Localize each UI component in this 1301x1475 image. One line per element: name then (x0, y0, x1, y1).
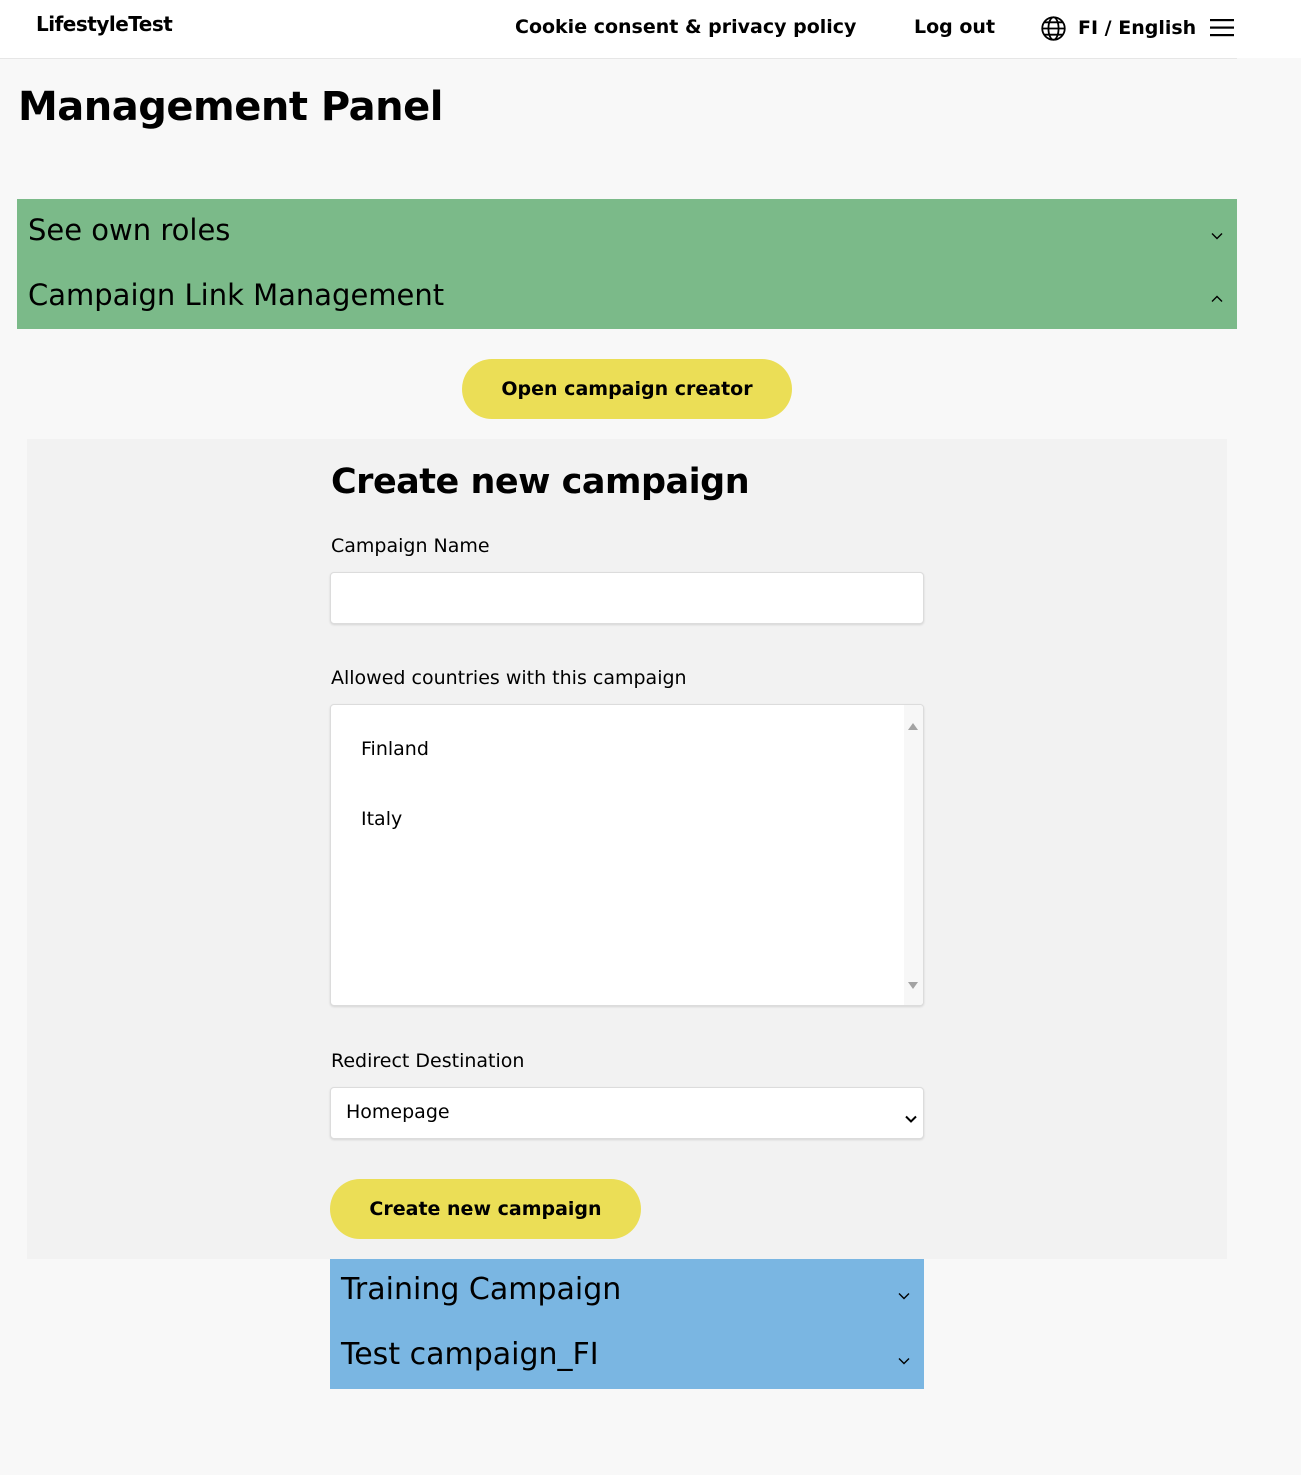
campaign-name-input[interactable] (330, 572, 924, 624)
creator-title: Create new campaign (331, 462, 750, 502)
campaign-name: Training Campaign (341, 1272, 622, 1307)
country-option-finland[interactable]: Finland (361, 738, 429, 760)
logout-link[interactable]: Log out (914, 16, 995, 38)
campaign-item-training[interactable]: Training Campaign (330, 1259, 924, 1324)
chevron-down-icon (898, 1285, 910, 1304)
language-label: FI / English (1078, 17, 1197, 39)
campaign-item-test-fi[interactable]: Test campaign_FI (330, 1324, 924, 1389)
chevron-down-icon (898, 1350, 910, 1369)
allowed-countries-label: Allowed countries with this campaign (331, 667, 687, 689)
country-option-italy[interactable]: Italy (361, 808, 402, 830)
scroll-up-arrow-icon[interactable] (908, 715, 918, 734)
chevron-down-icon (1211, 225, 1223, 244)
language-switcher[interactable]: FI / English (1040, 14, 1196, 42)
scroll-down-arrow-icon[interactable] (908, 974, 918, 993)
hamburger-menu-icon[interactable] (1210, 18, 1234, 42)
top-header: LifestyleTest Cookie consent & privacy p… (0, 0, 1237, 59)
redirect-selected-value: Homepage (346, 1101, 450, 1123)
section-campaign-link-management[interactable]: Campaign Link Management (17, 264, 1237, 329)
site-logo[interactable]: LifestyleTest (36, 12, 173, 36)
redirect-destination-select[interactable]: Homepage (330, 1087, 924, 1139)
header-right-filler (1237, 0, 1301, 58)
create-campaign-button[interactable]: Create new campaign (330, 1179, 641, 1239)
globe-icon (1040, 15, 1067, 42)
cookie-policy-link[interactable]: Cookie consent & privacy policy (515, 16, 856, 38)
section-see-own-roles[interactable]: See own roles (17, 199, 1237, 264)
campaign-list: Training Campaign Test campaign_FI (330, 1259, 924, 1389)
campaign-name: Test campaign_FI (341, 1337, 599, 1372)
section-label: Campaign Link Management (28, 278, 445, 312)
management-sections: See own roles Campaign Link Management (17, 199, 1237, 329)
page-title: Management Panel (18, 84, 443, 130)
listbox-scrollbar[interactable] (904, 705, 923, 1005)
redirect-destination-label: Redirect Destination (331, 1050, 525, 1072)
open-campaign-creator-button[interactable]: Open campaign creator (462, 359, 792, 419)
allowed-countries-listbox[interactable]: Finland Italy (330, 704, 924, 1006)
section-label: See own roles (28, 213, 231, 247)
campaign-name-label: Campaign Name (331, 535, 490, 557)
chevron-down-icon (905, 1108, 917, 1127)
chevron-up-icon (1211, 288, 1223, 307)
